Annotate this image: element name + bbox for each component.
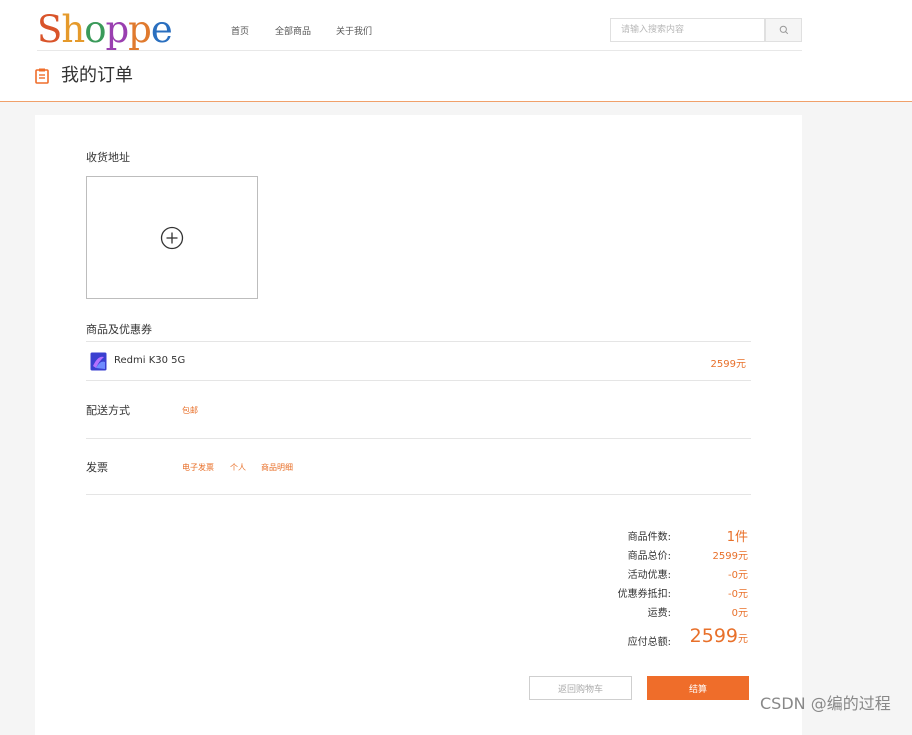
payable-total: 2599元 (690, 625, 748, 647)
search-input[interactable] (610, 18, 765, 42)
logo-letter: h (61, 8, 85, 51)
product-thumbnail[interactable] (90, 352, 107, 371)
shipping-label: 运费: (647, 608, 671, 619)
logo-letter: e (150, 8, 173, 51)
divider (86, 380, 751, 381)
logo-letter: p (128, 8, 152, 51)
discount-label: 活动优惠: (627, 570, 671, 581)
divider (86, 341, 751, 342)
payable-amount: 2599 (689, 625, 738, 647)
checkout-button[interactable]: 结算 (647, 676, 749, 700)
divider (86, 438, 751, 439)
invoice-label: 发票 (86, 461, 108, 474)
add-circle-icon (160, 226, 184, 249)
coupon-label: 优惠券抵扣: (617, 589, 671, 600)
nav-home[interactable]: 首页 (231, 24, 249, 37)
total-price-label: 商品总价: (627, 551, 671, 562)
shoppe-logo[interactable]: Shoppe (37, 8, 173, 52)
search-icon (779, 25, 788, 35)
delivery-label: 配送方式 (86, 404, 130, 417)
item-count-label: 商品件数: (627, 532, 671, 543)
back-to-cart-button[interactable]: 返回购物车 (529, 676, 632, 700)
top-header: Shoppe 首页 全部商品 关于我们 我的订单 (0, 0, 912, 102)
divider (86, 494, 751, 495)
shipping-value: 0元 (731, 608, 748, 619)
order-card: 收货地址 商品及优惠券 Redmi K30 5G 2599元 配送方式 包邮 发… (35, 115, 802, 735)
delivery-option-free-shipping[interactable]: 包邮 (182, 405, 198, 416)
logo-letter: S (37, 8, 62, 51)
invoice-title-personal[interactable]: 个人 (230, 462, 246, 473)
header-divider (37, 50, 802, 51)
item-count-value: 1件 (726, 530, 748, 545)
csdn-watermark: CSDN @编的过程 (760, 694, 891, 713)
product-name: Redmi K30 5G (114, 355, 186, 366)
invoice-content-details[interactable]: 商品明细 (261, 462, 293, 473)
product-price: 2599元 (710, 359, 746, 370)
search-button[interactable] (765, 18, 802, 42)
nav-all-products[interactable]: 全部商品 (275, 24, 311, 37)
logo-letter: p (105, 8, 129, 51)
add-address-button[interactable] (86, 176, 258, 299)
payable-unit: 元 (738, 634, 748, 645)
payable-label: 应付总额: (627, 637, 671, 648)
logo-letter: o (84, 8, 106, 51)
discount-value: -0元 (728, 570, 748, 581)
nav-about-us[interactable]: 关于我们 (336, 24, 372, 37)
page-title: 我的订单 (61, 65, 133, 86)
coupon-value: -0元 (728, 589, 748, 600)
address-section-label: 收货地址 (86, 151, 130, 164)
total-price-value: 2599元 (712, 551, 748, 562)
invoice-type-electronic[interactable]: 电子发票 (182, 462, 214, 473)
clipboard-icon (35, 68, 49, 84)
goods-section-label: 商品及优惠券 (86, 323, 152, 336)
